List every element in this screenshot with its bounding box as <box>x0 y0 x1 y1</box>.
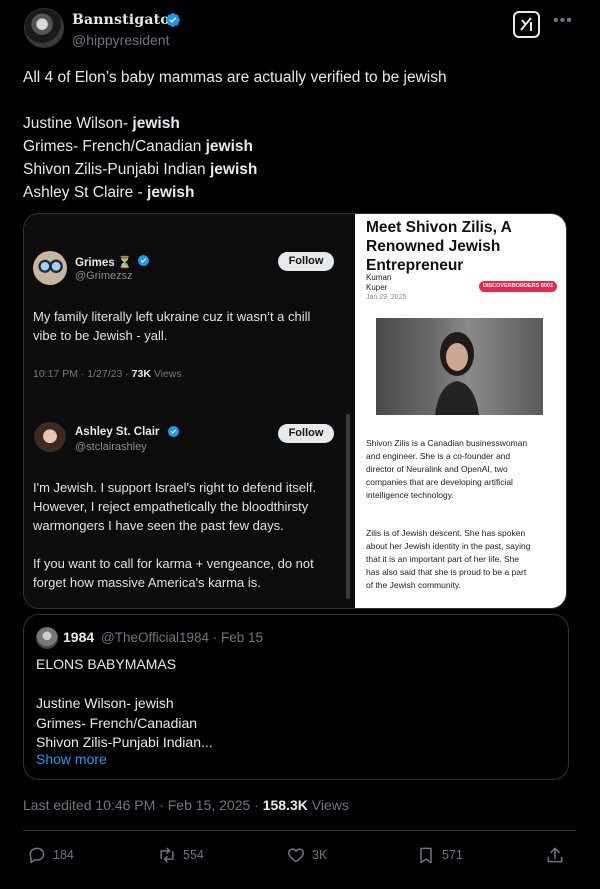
tweet-line <box>23 89 573 112</box>
like-button[interactable]: 3K <box>286 845 327 865</box>
reply-count: 184 <box>53 848 74 862</box>
ashley-handle[interactable]: @stclairashley <box>75 441 147 453</box>
repost-button[interactable]: 554 <box>157 845 204 865</box>
verified-badge-icon <box>168 426 179 437</box>
ashley-post-text: I'm Jewish. I support Israel's right to … <box>33 478 316 592</box>
grimes-avatar[interactable] <box>33 251 67 285</box>
reply-button[interactable]: 184 <box>27 845 74 865</box>
bookmark-icon <box>420 847 432 864</box>
article-date: Jan 29, 2025 <box>366 294 407 301</box>
author-avatar[interactable] <box>24 8 64 48</box>
quote-author-name[interactable]: 1984 <box>63 629 94 645</box>
tweet-timestamp[interactable]: Last edited 10:46 PM · Feb 15, 2025 · 15… <box>23 797 349 813</box>
post-line: I'm Jewish. I support Israel's right to … <box>33 480 317 495</box>
ashley-avatar[interactable] <box>33 422 67 456</box>
share-icon <box>547 847 563 863</box>
article-paragraph: Zilis is of Jewish descent. She has spok… <box>366 528 531 590</box>
share-button[interactable] <box>545 845 565 865</box>
bookmark-count: 571 <box>442 848 463 862</box>
article-screenshot: Meet Shivon Zilis, A Renowned Jewish Ent… <box>355 214 566 608</box>
tweet-line: All 4 of Elon’s baby mammas are actually… <box>23 69 447 86</box>
screenshot-collage: Grimes ⏳ @Grimezsz Follow My family lite… <box>24 214 354 608</box>
quoted-tweet[interactable]: 1984 @TheOfficial1984 · Feb 15 ELONS BAB… <box>23 614 569 780</box>
post-line: forget how massive America's karma is. <box>33 575 261 590</box>
author-display-name[interactable]: Bannstigator <box>72 12 177 28</box>
grok-icon[interactable] <box>513 11 540 38</box>
tweet-text: All 4 of Elon’s baby mammas are actually… <box>23 66 573 204</box>
article-badge: DISCOVERBORDERS 0002 <box>479 281 557 292</box>
tweet-line: Grimes- French/Canadian jewish <box>23 138 254 155</box>
quote-avatar[interactable] <box>36 627 58 649</box>
person-photo-icon <box>435 332 479 415</box>
grimes-post-text: My family literally left ukraine cuz it … <box>33 307 310 345</box>
tweet-line: Shivon Zilis-Punjabi Indian jewish <box>23 161 258 178</box>
heart-icon <box>287 848 305 863</box>
grimes-post-meta: 10:17 PM · 1/27/23 · 73K Views <box>33 368 182 380</box>
bookmark-button[interactable]: 571 <box>416 845 463 865</box>
repost-icon <box>160 847 174 863</box>
quote-line <box>36 675 213 695</box>
post-line: vibe to be Jewish - yall. <box>33 328 168 343</box>
post-line <box>33 535 316 554</box>
show-more-link[interactable]: Show more <box>36 751 107 767</box>
tweet-line: Ashley St Claire - jewish <box>23 184 195 201</box>
article-photo <box>376 318 543 415</box>
verified-badge-icon <box>166 13 180 27</box>
repost-count: 554 <box>183 848 204 862</box>
like-count: 3K <box>312 848 328 862</box>
quote-line: Grimes- French/Canadian <box>36 714 198 731</box>
quote-line: Shivon Zilis-Punjabi Indian... <box>36 734 213 750</box>
quote-meta: @TheOfficial1984 · Feb 15 <box>101 630 264 645</box>
follow-button[interactable]: Follow <box>278 252 334 271</box>
follow-button[interactable]: Follow <box>278 424 334 443</box>
verified-badge-icon <box>138 255 149 266</box>
divider <box>23 830 576 831</box>
post-line: warmongers I have seen the past few days… <box>33 518 284 533</box>
ashley-name[interactable]: Ashley St. Clair <box>75 426 159 438</box>
reply-icon <box>29 847 45 864</box>
more-options-icon[interactable]: ••• <box>553 12 573 30</box>
author-handle[interactable]: @hippyresident <box>72 32 170 48</box>
post-line: However, I reject empathetically the blo… <box>33 499 309 514</box>
quote-line: ELONS BABYMAMAS <box>36 656 177 672</box>
article-paragraph: Shivon Zilis is a Canadian businesswoman… <box>366 438 528 500</box>
quote-line: Justine Wilson- jewish <box>36 695 174 711</box>
article-title: Meet Shivon Zilis, A Renowned Jewish Ent… <box>366 219 512 274</box>
grimes-handle[interactable]: @Grimezsz <box>75 270 133 282</box>
grimes-name[interactable]: Grimes ⏳ <box>75 255 132 269</box>
post-line: If you want to call for karma + vengeanc… <box>33 556 314 571</box>
tweet-line: Justine Wilson- jewish <box>23 115 180 132</box>
quote-text: ELONS BABYMAMAS Justine Wilson- jewish G… <box>36 655 213 753</box>
article-author: Kuman Kuper <box>366 273 392 292</box>
post-line: My family literally left ukraine cuz it … <box>33 309 311 324</box>
scrollbar <box>346 414 350 599</box>
tweet-media[interactable]: Grimes ⏳ @Grimezsz Follow My family lite… <box>23 213 567 609</box>
